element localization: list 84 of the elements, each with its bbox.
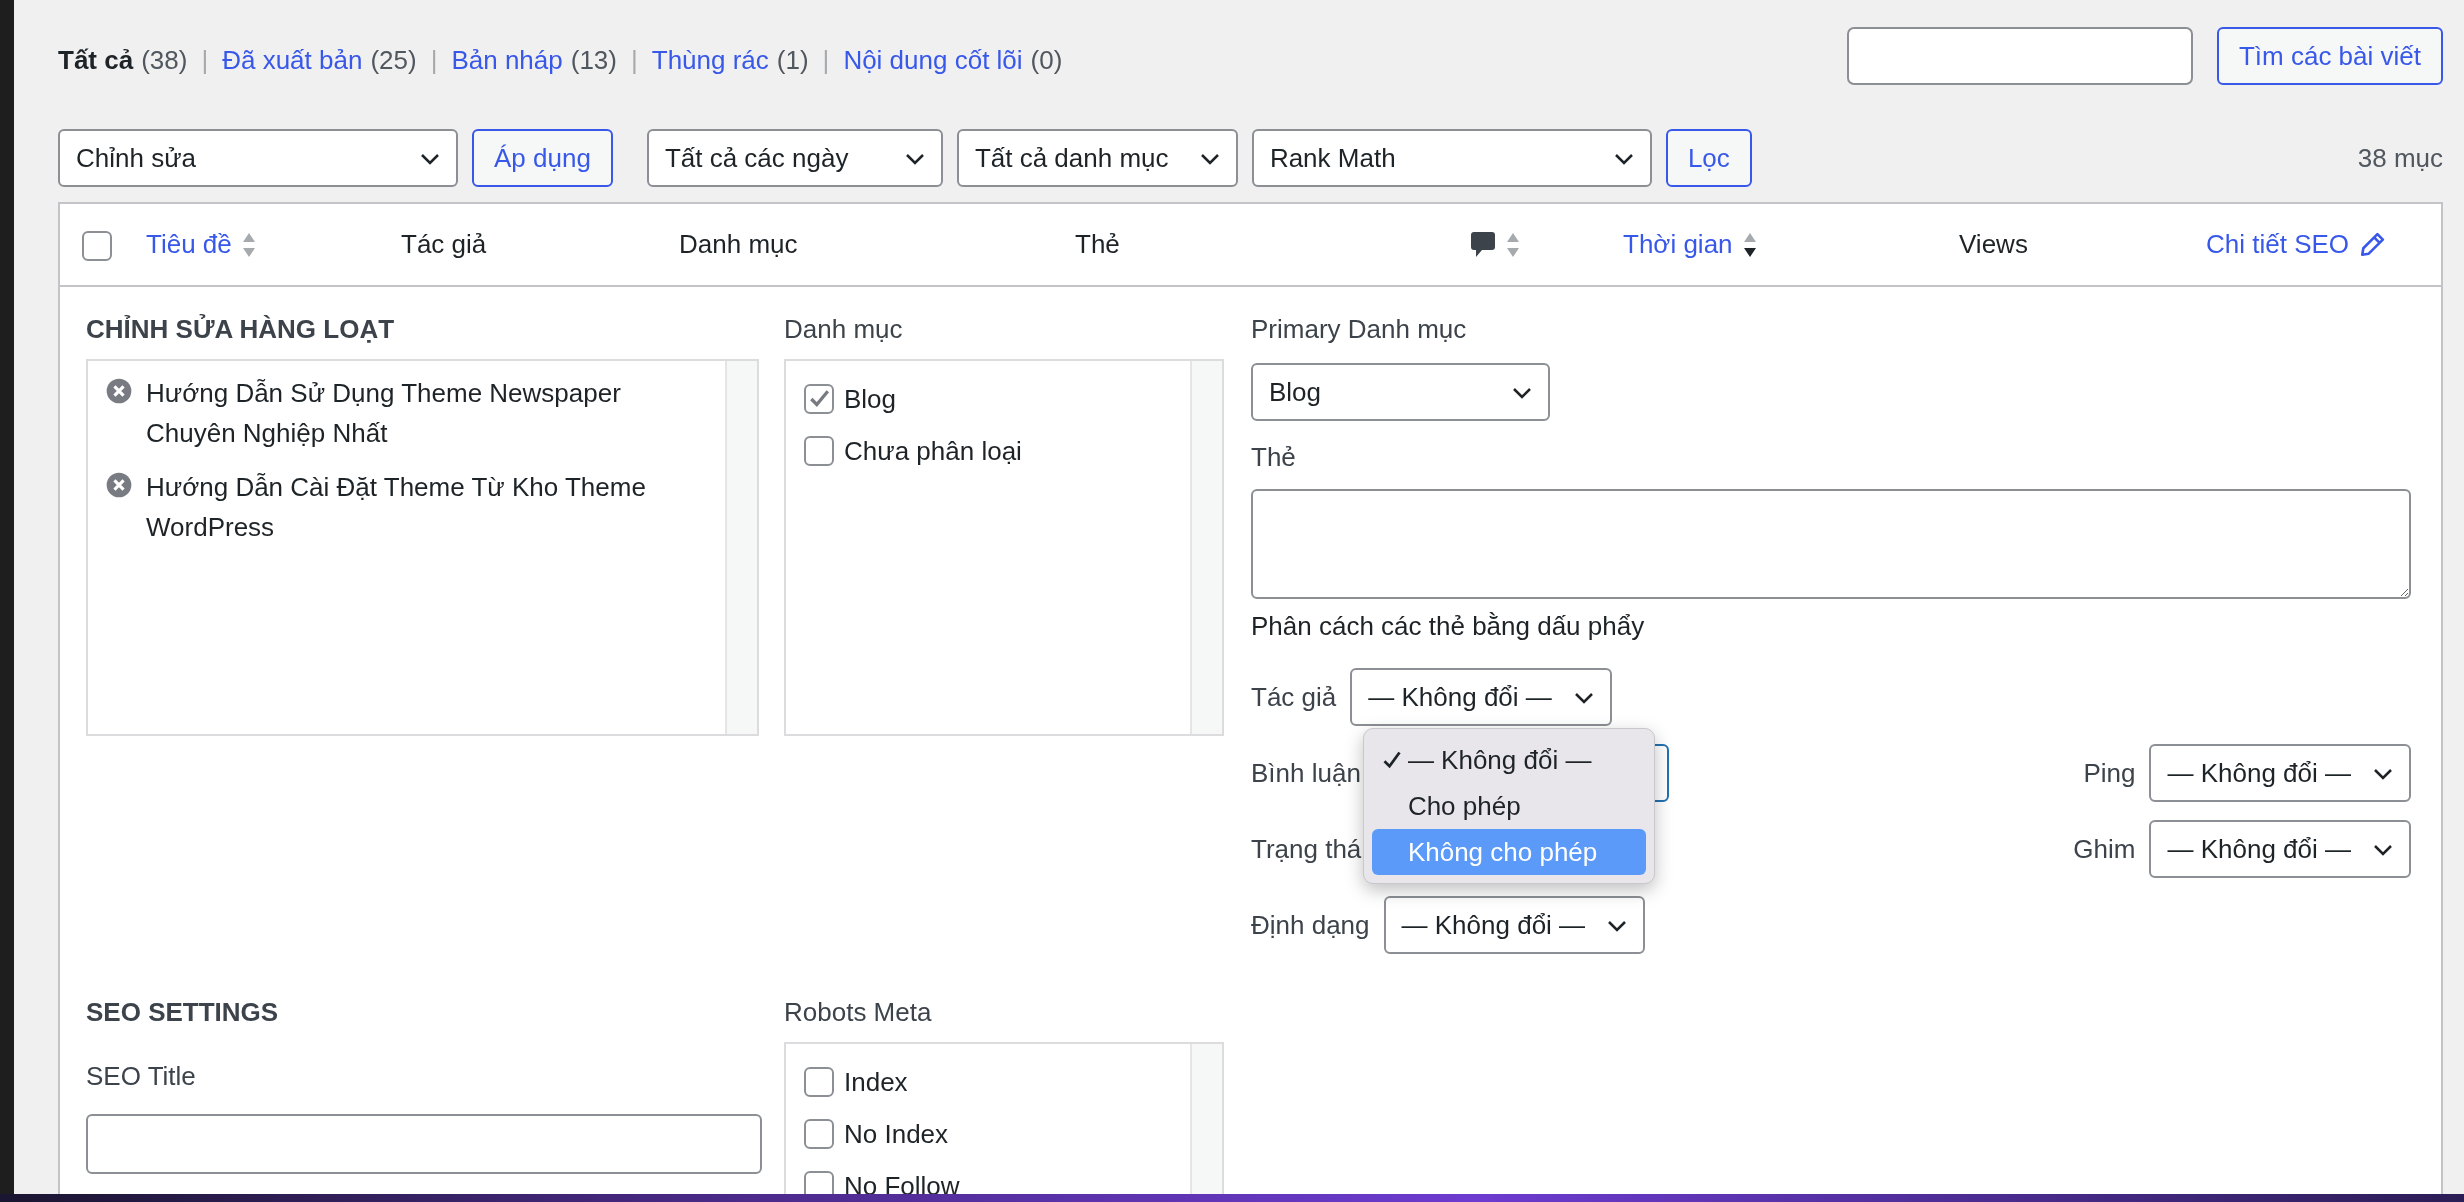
field-label: Ghim <box>2073 833 2136 865</box>
filter-button[interactable]: Lọc <box>1665 129 1752 187</box>
search-field[interactable] <box>1846 27 2193 85</box>
select-all-checkbox[interactable] <box>82 230 112 261</box>
menu-option[interactable]: Cho phép <box>1371 783 1646 829</box>
checkmark-icon <box>1381 750 1402 770</box>
field-label: Ping <box>2083 757 2136 789</box>
filter-dropdown[interactable]: Rank Math <box>1251 129 1652 187</box>
separator: | <box>822 44 830 76</box>
separator: | <box>201 44 209 76</box>
menu-option[interactable]: — Không đổi — <box>1371 737 1646 783</box>
column-header[interactable]: Thời gian <box>1623 229 1733 260</box>
column-header: Views <box>1959 229 2028 260</box>
dropdown[interactable]: — Không đổi — <box>1383 896 1646 954</box>
chevron-icon <box>1199 153 1220 165</box>
section-title: CHỈNH SỬA HÀNG LOẠT <box>86 313 396 346</box>
pencil-icon <box>2359 231 2386 258</box>
sort-icon <box>1742 231 1757 258</box>
chevron-icon <box>1573 692 1594 704</box>
remove-icon[interactable] <box>106 378 132 404</box>
filter-dropdown[interactable]: Tất cả các ngày <box>646 129 943 187</box>
column-header[interactable]: Chi tiết SEO <box>2206 229 2350 260</box>
chevron-icon <box>2373 844 2393 856</box>
category-checkbox[interactable] <box>804 384 834 414</box>
chevron-icon <box>420 153 440 165</box>
search-button[interactable]: Tìm các bài viết <box>2216 27 2443 85</box>
status-link[interactable]: Nội dung cốt lõi <box>843 44 1023 76</box>
checkbox-label: No Follow <box>844 1170 960 1194</box>
checkmark-icon <box>808 388 830 410</box>
tags-field[interactable] <box>1251 489 2411 599</box>
status-count: (38) <box>141 44 188 76</box>
status-count: (13) <box>570 44 617 76</box>
checkbox-label: No Index <box>844 1118 949 1150</box>
field-label: Định dạng <box>1251 909 1370 941</box>
status-count: (0) <box>1030 44 1063 76</box>
column-header: Tác giả <box>401 229 487 260</box>
section-title: SEO SETTINGS <box>86 996 280 1029</box>
status-link[interactable]: Bản nháp <box>451 44 563 76</box>
checkbox-label: Chưa phân loại <box>844 435 1022 467</box>
chevron-icon <box>1512 387 1532 399</box>
post-title: Hướng Dẫn Sử Dụng Theme Newspaper Chuyên Nghiệp Nhất <box>146 377 622 450</box>
checkbox-label: Blog <box>844 383 897 415</box>
chevron-icon <box>1613 153 1634 165</box>
status-link[interactable]: Tất cả <box>58 44 134 76</box>
chevron-icon <box>2373 768 2393 780</box>
field-label: Tác giả <box>1251 681 1337 713</box>
sort-icon <box>241 231 256 258</box>
checkbox-label: Index <box>844 1066 908 1098</box>
item-count: 38 mục <box>2357 142 2443 174</box>
post-title: Hướng Dẫn Cài Đặt Theme Từ Kho Theme WordPress <box>146 471 647 544</box>
robots-checkbox[interactable] <box>804 1067 834 1097</box>
status-count: (1) <box>776 44 809 76</box>
filter-dropdown[interactable]: Tất cả danh mục <box>956 129 1238 187</box>
field-label: Bình luận <box>1251 757 1361 789</box>
separator: | <box>430 44 438 76</box>
status-link[interactable]: Thùng rác <box>651 44 769 76</box>
robots-checkbox[interactable] <box>804 1119 834 1149</box>
seo-title-field[interactable] <box>86 1114 762 1174</box>
sort-icon <box>1506 231 1520 258</box>
remove-icon[interactable] <box>106 472 132 498</box>
field-label: Thẻ <box>1251 441 1296 474</box>
comment-icon <box>1470 230 1496 259</box>
field-label: Trạng thá <box>1251 833 1362 865</box>
field-label: Danh mục <box>784 313 903 346</box>
field-label: SEO Title <box>86 1060 196 1093</box>
robots-checkbox[interactable] <box>804 1171 834 1194</box>
separator: | <box>631 44 638 76</box>
dropdown[interactable]: — Không đổi — <box>2149 744 2411 802</box>
bulk-action-dropdown[interactable]: Chỉnh sửa <box>58 129 458 187</box>
chevron-icon <box>1607 920 1628 932</box>
field-label: Primary Danh mục <box>1251 313 1467 346</box>
column-header[interactable]: Tiêu đề <box>146 229 232 260</box>
dropdown[interactable]: — Không đổi — <box>2149 820 2411 878</box>
column-header: Thẻ <box>1075 229 1120 260</box>
column-header: Danh mục <box>679 229 798 260</box>
status-link[interactable]: Đã xuất bản <box>222 44 363 76</box>
category-checkbox[interactable] <box>804 436 834 466</box>
field-hint: Phân cách các thẻ bằng dấu phẩy <box>1251 611 1645 642</box>
primary-category-dropdown[interactable]: Blog <box>1251 363 1550 421</box>
status-count: (25) <box>370 44 417 76</box>
chevron-icon <box>904 153 925 165</box>
apply-button[interactable]: Áp dụng <box>472 129 613 187</box>
field-label: Robots Meta <box>784 996 932 1029</box>
dropdown[interactable]: — Không đổi — <box>1350 668 1612 726</box>
